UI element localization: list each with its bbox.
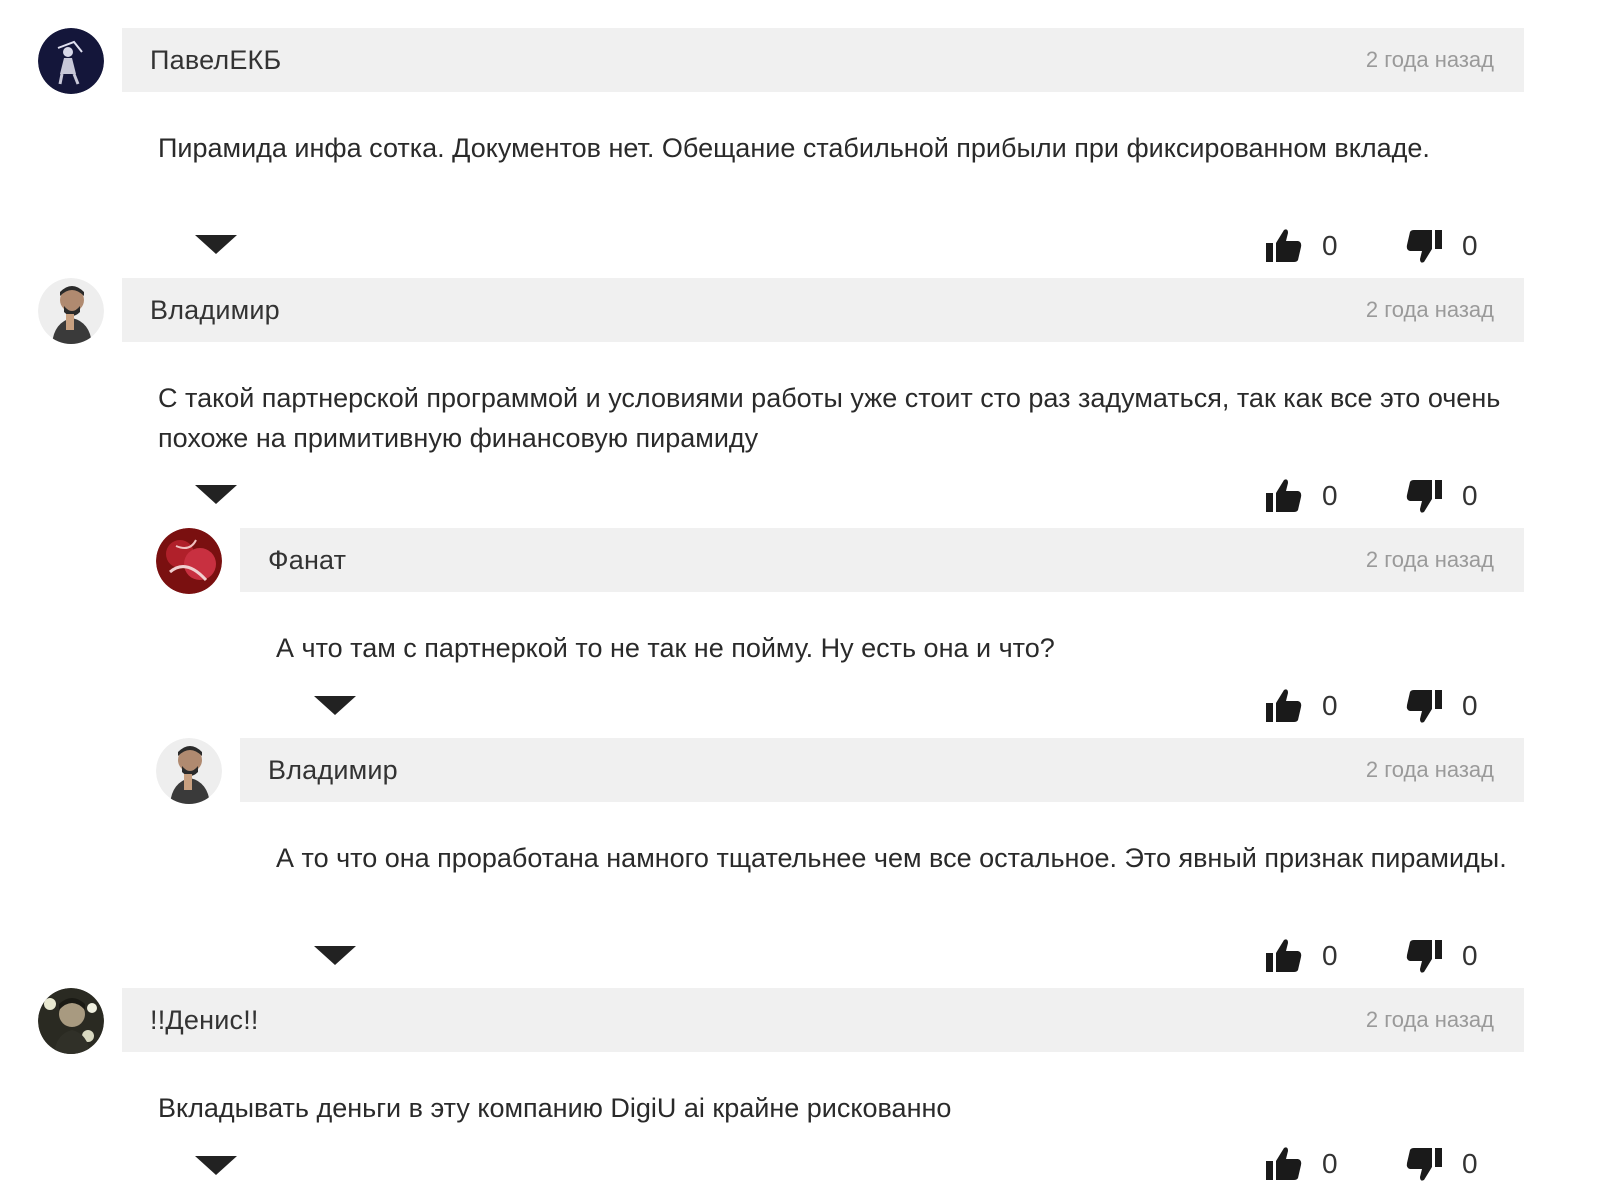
avatar-man-portrait-icon [156,738,222,804]
comment-header: Владимир 2 года назад [122,278,1524,342]
comment-text: Пирамида инфа сотка. Документов нет. Обе… [158,133,1430,163]
thumbs-up-icon [1266,1147,1302,1180]
comment-header: Фанат 2 года назад [240,528,1524,592]
comment-header: Владимир 2 года назад [240,738,1524,802]
comment-time: 2 года назад [1365,757,1494,782]
comment-time: 2 года назад [1365,1007,1494,1032]
thumbs-down-icon [1406,230,1442,263]
like-count: 0 [1322,940,1338,971]
comment-text: А то что она проработана намного тщатель… [276,843,1507,873]
avatar-dark-figure-icon [38,28,104,94]
comment-time: 2 года назад [1365,547,1494,572]
comment-author[interactable]: Фанат [268,545,346,576]
dislike-button[interactable]: 0 [1404,686,1478,726]
expand-replies-toggle[interactable] [195,485,237,504]
like-count: 0 [1322,480,1338,511]
vote-controls: 0 0 [1264,686,1524,726]
vote-controls: 0 0 [1264,226,1524,266]
like-count: 0 [1322,1148,1338,1179]
expand-replies-toggle[interactable] [195,1156,237,1175]
thumbs-up-icon [1266,229,1302,262]
comment-header: ПавелЕКБ 2 года назад [122,28,1524,92]
like-button[interactable]: 0 [1264,936,1338,976]
vote-controls: 0 0 [1264,936,1524,976]
dislike-count: 0 [1462,1148,1478,1179]
avatar-red-abstract-icon [156,528,222,594]
comment-time: 2 года назад [1365,297,1494,322]
dislike-button[interactable]: 0 [1404,476,1478,516]
thumbs-down-icon [1406,1148,1442,1181]
dislike-button[interactable]: 0 [1404,1144,1478,1184]
like-button[interactable]: 0 [1264,686,1338,726]
avatar-man-portrait-icon [38,278,104,344]
vote-controls: 0 0 [1264,1144,1524,1184]
like-button[interactable]: 0 [1264,476,1338,516]
dislike-count: 0 [1462,230,1478,261]
expand-replies-toggle[interactable] [314,696,356,715]
comment-author[interactable]: Владимир [150,295,280,326]
like-button[interactable]: 0 [1264,226,1338,266]
thumbs-up-icon [1266,479,1302,512]
like-count: 0 [1322,690,1338,721]
dislike-button[interactable]: 0 [1404,936,1478,976]
user-avatar[interactable] [38,278,104,344]
dislike-button[interactable]: 0 [1404,226,1478,266]
thumbs-up-icon [1266,689,1302,722]
comment-text: Вкладывать деньги в эту компанию DigiU a… [158,1093,952,1123]
thumbs-down-icon [1406,690,1442,723]
expand-replies-toggle[interactable] [195,235,237,254]
thumbs-up-icon [1266,939,1302,972]
vote-controls: 0 0 [1264,476,1524,516]
comment-header: !!Денис!! 2 года назад [122,988,1524,1052]
like-button[interactable]: 0 [1264,1144,1338,1184]
comment-author[interactable]: Владимир [268,755,398,786]
comment-author[interactable]: ПавелЕКБ [150,45,281,76]
user-avatar[interactable] [156,738,222,804]
comment-text: А что там с партнеркой то не так не пойм… [276,633,1055,663]
user-avatar[interactable] [38,988,104,1054]
comment-text: С такой партнерской программой и условия… [158,383,1501,453]
avatar-man-flowers-icon [38,988,104,1054]
like-count: 0 [1322,230,1338,261]
thumbs-down-icon [1406,940,1442,973]
dislike-count: 0 [1462,480,1478,511]
thumbs-down-icon [1406,480,1442,513]
comment-author[interactable]: !!Денис!! [150,1005,259,1036]
dislike-count: 0 [1462,690,1478,721]
dislike-count: 0 [1462,940,1478,971]
comment-time: 2 года назад [1365,47,1494,72]
user-avatar[interactable] [38,28,104,94]
user-avatar[interactable] [156,528,222,594]
expand-replies-toggle[interactable] [314,946,356,965]
